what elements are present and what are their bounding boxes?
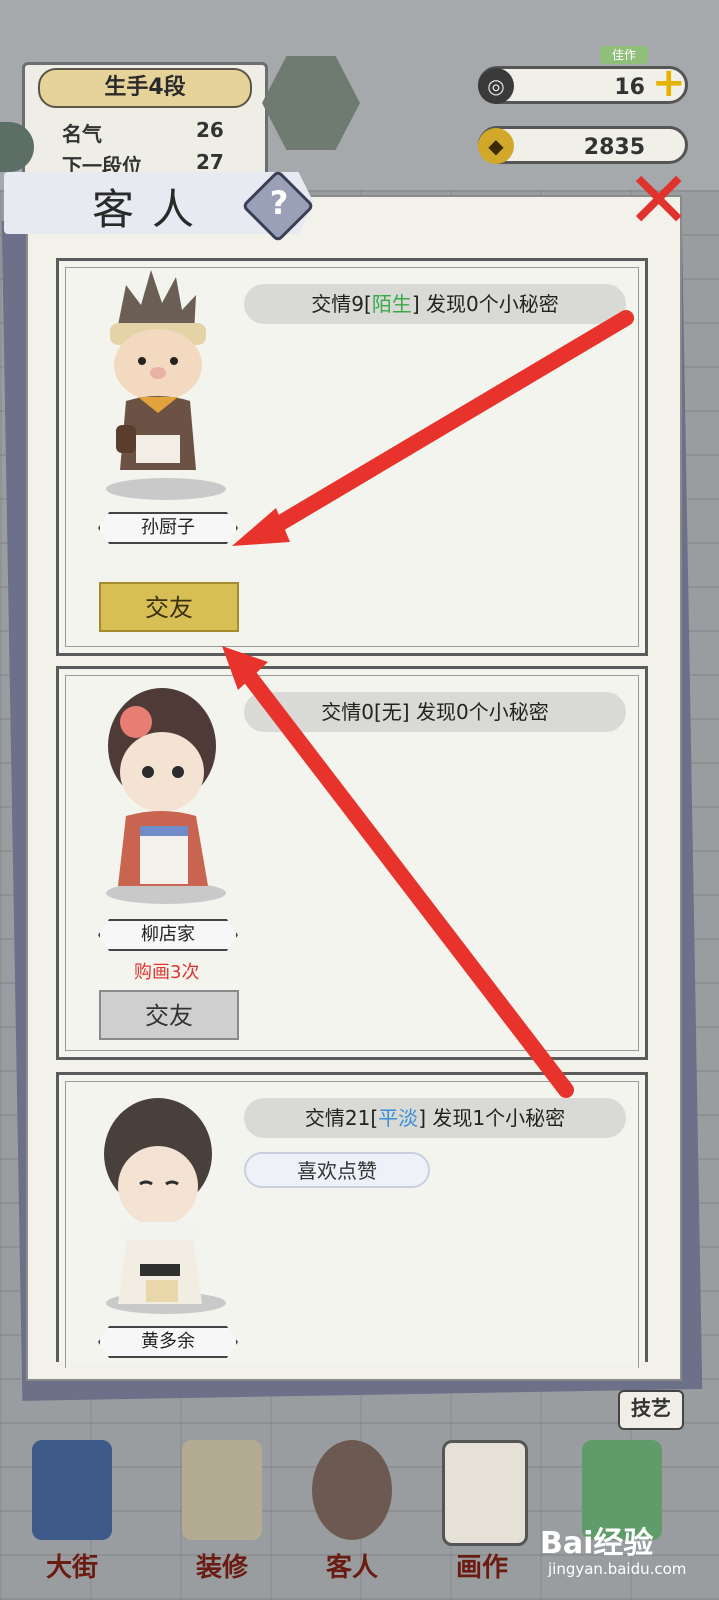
book-icon	[182, 1440, 262, 1540]
nav-paint[interactable]: 画作	[432, 1440, 532, 1590]
nav-decorate[interactable]: 装修	[172, 1440, 272, 1590]
scroll-painting-icon	[442, 1440, 528, 1546]
annotation-arrows	[222, 310, 634, 1098]
nav-street[interactable]: 大街	[22, 1440, 122, 1590]
watermark-url: jingyan.baidu.com	[548, 1560, 687, 1578]
arrow-to-button	[238, 664, 574, 1098]
arrow-to-name	[254, 310, 634, 542]
skill-button[interactable]: 技艺	[618, 1390, 684, 1430]
nav-guests[interactable]: 客人	[302, 1440, 402, 1590]
gate-icon	[32, 1440, 112, 1540]
watermark-logo: Bai经验	[540, 1526, 654, 1561]
guest-face-icon	[312, 1440, 392, 1540]
